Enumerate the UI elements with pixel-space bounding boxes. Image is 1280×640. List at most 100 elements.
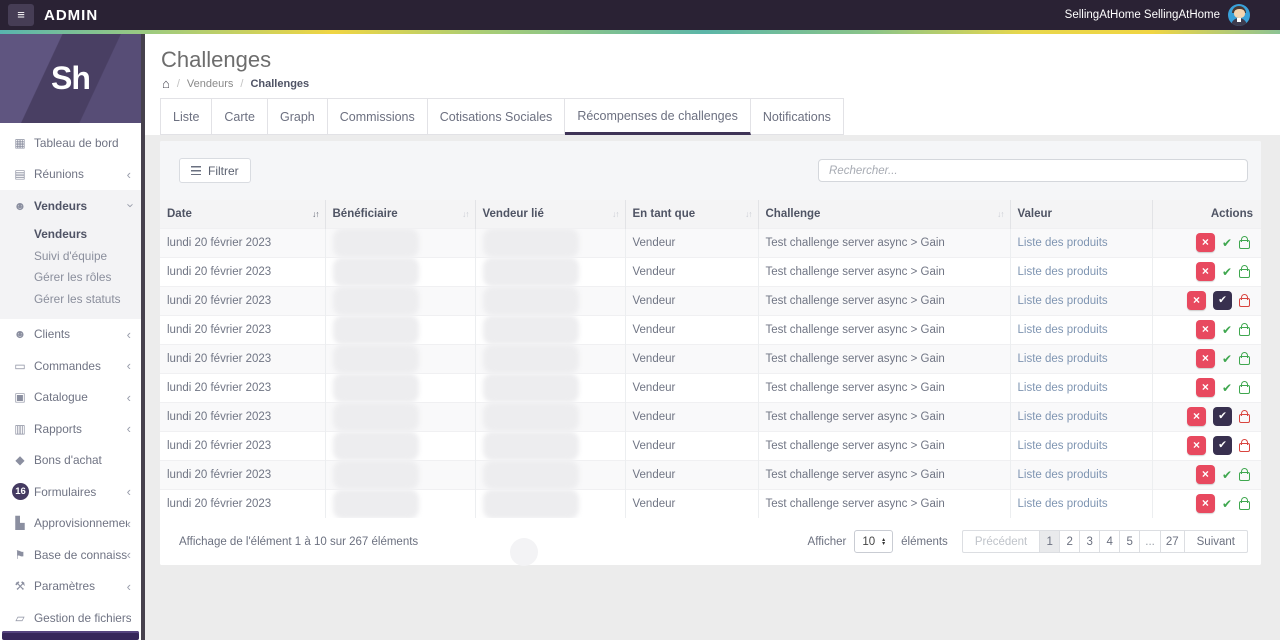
sidebar-scrollbar[interactable] xyxy=(141,34,145,640)
liste-des-produits-link[interactable]: Liste des produits xyxy=(1018,498,1108,510)
validate-check-icon[interactable]: ✔ xyxy=(1222,323,1232,337)
liste-des-produits-link[interactable]: Liste des produits xyxy=(1018,266,1108,278)
sidebar-item-reunions[interactable]: ▤ Réunions ‹ xyxy=(0,159,141,191)
cell-en-tant-que: Vendeur xyxy=(624,372,758,402)
app-logo[interactable]: Sh xyxy=(0,34,141,123)
cell-challenge: Test challenge server async > Gain xyxy=(757,343,1010,373)
page-size-select[interactable]: 10 ▴ ▾ xyxy=(854,530,894,553)
sidebar-item-gestion-de-fichiers[interactable]: ▱ Gestion de fichiers xyxy=(0,602,141,634)
validate-check-icon[interactable]: ✔ xyxy=(1222,497,1232,511)
tab-commissions[interactable]: Commissions xyxy=(327,98,428,135)
delete-button[interactable]: × xyxy=(1195,378,1215,397)
sidebar-item-approvisionnement[interactable]: ▙ Approvisionnement ‹ xyxy=(0,508,141,540)
products-bag-icon[interactable] xyxy=(1239,323,1250,336)
validate-check-icon[interactable]: ✔ xyxy=(1222,352,1232,366)
validate-check-icon[interactable]: ✔ xyxy=(1222,236,1232,250)
liste-des-produits-link[interactable]: Liste des produits xyxy=(1018,295,1108,307)
sidebar-item-base-de-connaissances[interactable]: ⚑ Base de connaissances‹ xyxy=(0,539,141,571)
products-bag-icon[interactable] xyxy=(1239,497,1250,511)
products-bag-icon[interactable] xyxy=(1239,236,1250,249)
pagination-page-5[interactable]: 5 xyxy=(1119,530,1141,553)
delete-button[interactable]: × xyxy=(1195,494,1215,514)
pagination-page-2[interactable]: 2 xyxy=(1059,530,1081,553)
liste-des-produits-link[interactable]: Liste des produits xyxy=(1018,411,1108,423)
sidebar-subitem-gerer-les-statuts[interactable]: Gérer les statuts xyxy=(0,288,141,310)
user-avatar[interactable] xyxy=(1228,4,1250,26)
sidebar-item-parametres[interactable]: ⚒ Paramètres ‹ xyxy=(0,571,141,603)
sidebar-item-formulaires[interactable]: 16 Formulaires ‹ xyxy=(0,476,141,508)
delete-button[interactable]: × xyxy=(1195,262,1215,281)
delete-button[interactable]: × xyxy=(1187,407,1206,426)
sidebar-subitem-vendeurs[interactable]: Vendeurs xyxy=(0,224,141,246)
tab-carte[interactable]: Carte xyxy=(212,98,268,135)
chevron-left-icon: ‹ xyxy=(126,166,131,182)
liste-des-produits-link[interactable]: Liste des produits xyxy=(1018,382,1108,394)
sidebar-subitem-gerer-les-roles[interactable]: Gérer les rôles xyxy=(0,267,141,289)
hamburger-menu-icon[interactable]: ≡ xyxy=(8,4,34,26)
tab-cotisations-sociales[interactable]: Cotisations Sociales xyxy=(427,98,566,135)
sidebar-item-tableau-de-bord[interactable]: ▦ Tableau de bord xyxy=(0,127,141,159)
column-header-challenge[interactable]: Challenge ↓↑ xyxy=(757,200,1010,228)
liste-des-produits-link[interactable]: Liste des produits xyxy=(1018,469,1108,481)
products-bag-icon[interactable] xyxy=(1239,265,1250,278)
products-bag-icon[interactable] xyxy=(1239,294,1250,307)
delete-button[interactable]: × xyxy=(1195,349,1215,368)
pagination-prev-button[interactable]: Précédent xyxy=(961,530,1041,553)
tab-recompenses-de-challenges[interactable]: Récompenses de challenges xyxy=(565,98,751,135)
search-input[interactable] xyxy=(818,159,1248,182)
validate-check-icon[interactable]: ✔ xyxy=(1222,468,1232,482)
table-row: lundi 20 février 2023 Vendeur Test challen… xyxy=(160,459,1261,489)
sidebar-item-commandes[interactable]: ▭ Commandes ‹ xyxy=(0,350,141,382)
cell-challenge: Test challenge server async > Gain xyxy=(757,227,1010,257)
pagination-page-4[interactable]: 4 xyxy=(1099,530,1121,553)
sidebar: Sh ▦ Tableau de bord ▤ Réunions ‹ ☻ Vendeurs ‹ V… xyxy=(0,34,141,640)
delete-button[interactable]: × xyxy=(1187,436,1206,455)
validated-button[interactable]: ✔ xyxy=(1213,436,1232,455)
delete-button[interactable]: × xyxy=(1195,320,1215,339)
column-header-date[interactable]: Date ↓↑ xyxy=(160,200,325,228)
sidebar-item-catalogue[interactable]: ▣ Catalogue ‹ xyxy=(0,382,141,414)
sidebar-item-bons-d-achat[interactable]: ◆ Bons d'achat xyxy=(0,445,141,477)
validated-button[interactable]: ✔ xyxy=(1213,291,1232,310)
products-bag-icon[interactable] xyxy=(1239,381,1250,394)
sidebar-item-rapports[interactable]: ▥ Rapports ‹ xyxy=(0,413,141,445)
products-bag-icon[interactable] xyxy=(1239,439,1250,452)
delete-button[interactable]: × xyxy=(1195,233,1215,252)
pagination-page-27[interactable]: 27 xyxy=(1159,530,1185,553)
tab-liste[interactable]: Liste xyxy=(160,98,213,135)
pagination-page-3[interactable]: 3 xyxy=(1079,530,1101,553)
sidebar-item-vendeurs[interactable]: ☻ Vendeurs ‹ xyxy=(0,190,141,222)
pagination-page-1[interactable]: 1 xyxy=(1039,530,1061,553)
liste-des-produits-link[interactable]: Liste des produits xyxy=(1018,353,1108,365)
validate-check-icon[interactable]: ✔ xyxy=(1222,381,1232,395)
products-bag-icon[interactable] xyxy=(1239,352,1250,365)
delete-button[interactable]: × xyxy=(1187,291,1206,310)
sidebar-item-clients[interactable]: ☻ Clients ‹ xyxy=(0,319,141,351)
delete-button[interactable]: × xyxy=(1195,465,1215,484)
filter-button[interactable]: Filtrer xyxy=(179,158,251,183)
products-bag-icon[interactable] xyxy=(1239,410,1250,423)
column-header-en-tant-que[interactable]: En tant que ↓↑ xyxy=(624,200,758,228)
tab-graph[interactable]: Graph xyxy=(267,98,328,135)
liste-des-produits-link[interactable]: Liste des produits xyxy=(1018,237,1108,249)
sidebar-bottom-bar[interactable] xyxy=(2,631,139,640)
validated-button[interactable]: ✔ xyxy=(1213,407,1232,426)
column-header-vendeur-lie[interactable]: Vendeur lié ↓↑ xyxy=(474,200,625,228)
column-header-beneficiaire[interactable]: Bénéficiaire ↓↑ xyxy=(324,200,475,228)
breadcrumb-vendeurs[interactable]: Vendeurs xyxy=(187,78,233,90)
liste-des-produits-link[interactable]: Liste des produits xyxy=(1018,324,1108,336)
cell-date: lundi 20 février 2023 xyxy=(160,227,325,257)
tab-notifications[interactable]: Notifications xyxy=(750,98,844,135)
validate-check-icon[interactable]: ✔ xyxy=(1222,265,1232,279)
pagination-next-button[interactable]: Suivant xyxy=(1183,530,1248,553)
cell-date: lundi 20 février 2023 xyxy=(160,488,325,518)
user-menu[interactable]: SellingAtHome SellingAtHome xyxy=(1065,9,1220,21)
sidebar-subitem-suivi-d-equipe[interactable]: Suivi d'équipe xyxy=(0,245,141,267)
home-icon[interactable]: ⌂ xyxy=(162,77,170,90)
sidebar-item-label: Bons d'achat xyxy=(34,453,102,468)
cell-vendeur-lie xyxy=(474,227,625,257)
liste-des-produits-link[interactable]: Liste des produits xyxy=(1018,440,1108,452)
cell-actions: × ✔ xyxy=(1151,401,1261,431)
redacted-vendeur-lie xyxy=(482,374,579,402)
products-bag-icon[interactable] xyxy=(1239,468,1250,481)
